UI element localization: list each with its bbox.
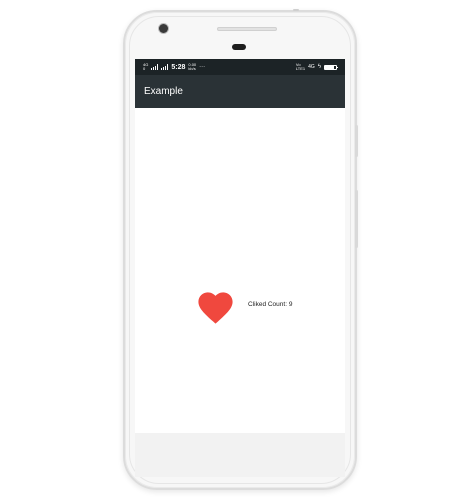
- status-time: 5:28: [171, 63, 186, 71]
- status-right-group: Vo LTE1 4G ϟ: [296, 63, 338, 71]
- heart-icon[interactable]: [195, 287, 236, 325]
- volte-indicator: Vo LTE1: [296, 63, 305, 71]
- status-bar: 4G 0 5:28 0.00 kb/s ··· Vo LTE1 4G ϟ: [135, 59, 345, 75]
- click-count-label: Cliked Count: 9: [248, 301, 293, 308]
- network-speed-unit: kb/s: [188, 66, 196, 71]
- network-right-label: 4G: [308, 64, 315, 70]
- proximity-sensor: [232, 44, 246, 50]
- front-camera: [159, 24, 168, 33]
- volume-button: [355, 190, 358, 248]
- app-title: Example: [144, 86, 183, 97]
- power-button: [355, 125, 358, 157]
- heart-button[interactable]: [195, 287, 236, 325]
- earpiece-speaker: [217, 27, 277, 31]
- network-indicator: 4G 0: [143, 63, 148, 71]
- status-left-group: 4G 0 5:28 0.00 kb/s ···: [143, 63, 205, 71]
- network-speed: 0.00 kb/s: [188, 63, 196, 71]
- more-notifications-icon: ···: [199, 64, 206, 70]
- main-content: Cliked Count: 9: [135, 108, 345, 433]
- signal-strength-secondary-icon: [161, 64, 169, 70]
- volte-bottom-label: LTE1: [295, 66, 306, 71]
- app-bar: Example: [135, 75, 345, 108]
- phone-chin: [135, 433, 345, 477]
- battery-icon: [324, 64, 338, 70]
- phone-top-button: [293, 9, 299, 11]
- charging-bolt-icon: ϟ: [317, 64, 321, 70]
- phone-screen: 4G 0 5:28 0.00 kb/s ··· Vo LTE1 4G ϟ Exa…: [135, 59, 345, 433]
- signal-strength-icon: [151, 64, 159, 70]
- network-sub-label: 0: [143, 66, 146, 71]
